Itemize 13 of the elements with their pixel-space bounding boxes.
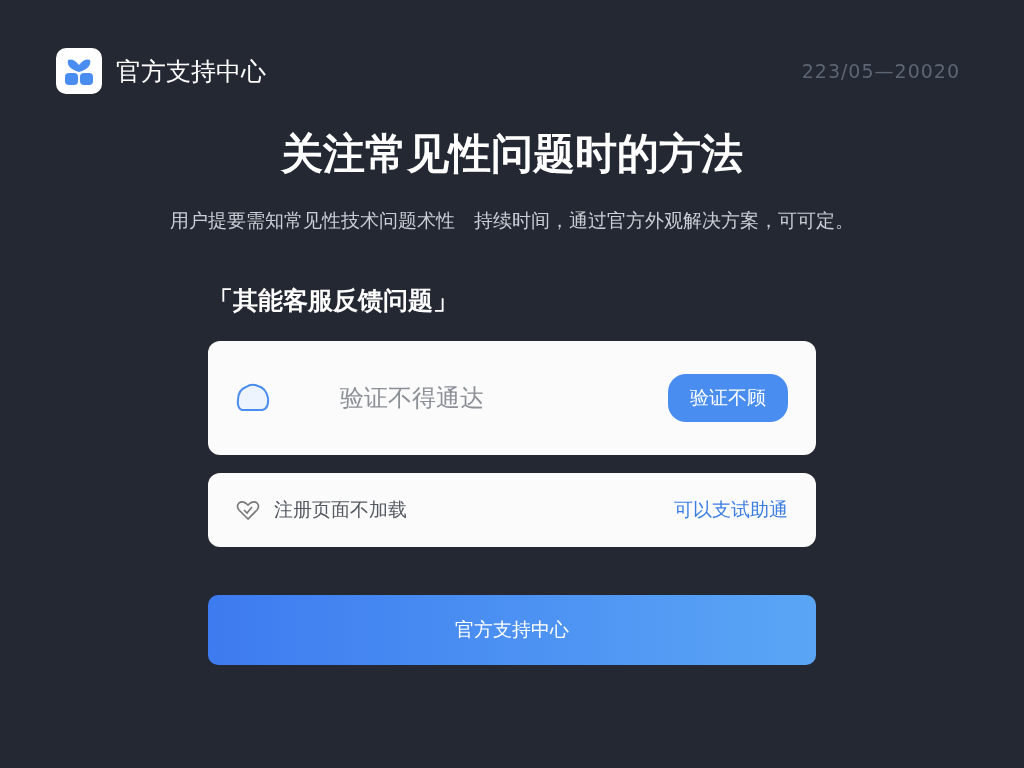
cloud-icon	[236, 382, 270, 414]
verify-input[interactable]: 验证不得通达	[338, 383, 668, 413]
primary-button[interactable]: 官方支持中心	[208, 595, 816, 665]
heart-check-icon	[236, 499, 260, 521]
notice-text: 注册页面不加载	[274, 497, 408, 522]
page-title: 关注常见性问题时的方法	[279, 128, 744, 180]
help-link[interactable]: 可以支试助通	[674, 497, 788, 523]
logo-icon	[56, 48, 102, 94]
meta-text: 223/05—20020	[801, 60, 960, 82]
subtitle: 用户提要需知常见性技术问题术性 持续时间，通过官方外观解决方案，可可定。	[169, 208, 855, 233]
brand-name: 官方支持中心	[116, 55, 266, 88]
verify-button[interactable]: 验证不顾	[668, 374, 788, 422]
section-heading: 「其能客服反馈问题」	[208, 285, 459, 317]
